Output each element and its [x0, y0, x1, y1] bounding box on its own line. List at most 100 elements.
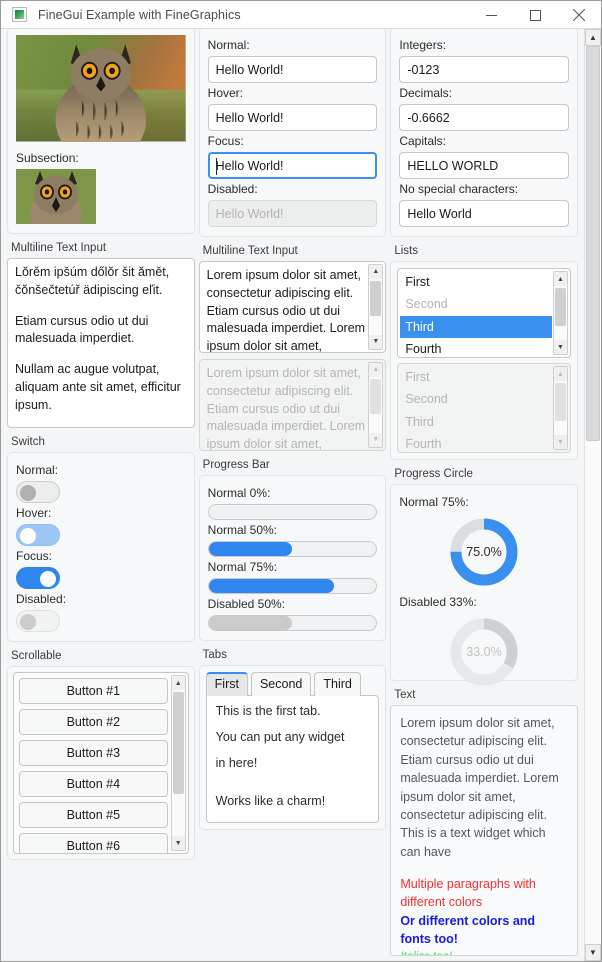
minimize-icon[interactable]: [469, 1, 513, 29]
scroll-up-arrow-icon[interactable]: ▲: [171, 676, 185, 690]
switch-hover[interactable]: [16, 524, 60, 546]
nospecial-input[interactable]: Hello World: [399, 200, 569, 227]
list-item[interactable]: First: [400, 271, 552, 293]
multiline-left-title: Multiline Text Input: [11, 242, 107, 254]
scroll-button[interactable]: Button #6: [19, 833, 168, 853]
title-bar: FineGui Example with FineGraphics: [1, 1, 601, 29]
multiline-mid-title: Multiline Text Input: [202, 245, 298, 257]
scrollbar-thumb[interactable]: [555, 288, 566, 326]
tabs-panel: First Second Third This is the first tab…: [198, 665, 387, 830]
column-right: Integers: -0123 Decimals: -0.6662 Capita…: [390, 29, 578, 956]
main-scrollbar[interactable]: ▲ ▼: [584, 29, 601, 961]
multiline-input-left[interactable]: Lŏrěm ipšúm dőlŏr šit ămět, čŏnšečtetúř …: [7, 258, 195, 428]
text-input-hover[interactable]: Hello World!: [207, 104, 378, 131]
decimals-input[interactable]: -0.6662: [399, 104, 569, 131]
scroll-up-arrow-icon[interactable]: ▲: [369, 265, 383, 279]
scroll-button[interactable]: Button #4: [19, 771, 168, 797]
maximize-icon[interactable]: [513, 1, 557, 29]
switch-normal-label: Normal:: [16, 463, 59, 477]
scroll-button[interactable]: Button #2: [19, 709, 168, 735]
tab-content-line: in here!: [215, 756, 258, 770]
capitals-input[interactable]: HELLO WORLD: [399, 152, 569, 179]
scrollbar-thumb[interactable]: [172, 692, 184, 795]
subsection-label: Subsection:: [16, 151, 79, 165]
text-input-focus[interactable]: Hello World!: [207, 152, 378, 179]
switch-hover-label: Hover:: [16, 506, 52, 520]
nospecial-label: No special characters:: [399, 182, 519, 196]
list-item-selected[interactable]: Third: [400, 315, 552, 338]
validated-input-panel: Integers: -0123 Decimals: -0.6662 Capita…: [390, 29, 578, 237]
multiline-input-enabled[interactable]: Lorem ipsum dolor sit amet, consectetur …: [198, 261, 387, 353]
progress-circle-normal: 75.0%: [399, 515, 569, 589]
scroll-down-arrow-icon[interactable]: ▼: [369, 335, 383, 349]
window-body: Subsection: Multiline Text Input Lŏrěm i…: [1, 29, 601, 961]
scrollbar-track: [369, 377, 382, 433]
multiline-paragraph: Lŏrěm ipšúm dőlŏr šit ămět, čŏnšečtetúř …: [15, 265, 170, 297]
switch-section-title: Switch: [11, 436, 45, 448]
lists-panel: First Second Third Fourth ▲ ▼ First Seco…: [390, 261, 578, 460]
scroll-button[interactable]: Button #1: [19, 678, 168, 704]
progress-bar-panel: Normal 0%: Normal 50%: Normal 75%: Disab…: [198, 475, 387, 641]
scrollable-button-list[interactable]: Button #1 Button #2 Button #3 Button #4 …: [13, 672, 189, 854]
scrollable-scrollbar[interactable]: ▲ ▼: [170, 675, 186, 851]
text-input-disabled: Hello World!: [207, 200, 378, 227]
scrollbar-track[interactable]: [554, 286, 567, 340]
scroll-up-arrow-icon[interactable]: ▲: [585, 29, 601, 46]
tabs-section-title: Tabs: [202, 649, 227, 661]
tab-first[interactable]: First: [205, 672, 248, 696]
scroll-button[interactable]: Button #5: [19, 802, 168, 828]
scroll-down-arrow-icon: ▼: [369, 433, 383, 447]
switch-disabled: [16, 610, 60, 632]
text-input-panel: Normal: Hello World! Hover: Hello World!…: [198, 29, 387, 237]
text-paragraph-red: Multiple paragraphs with different color…: [400, 877, 536, 910]
switch-focus[interactable]: [16, 567, 60, 589]
list-item[interactable]: Second: [400, 293, 552, 315]
list-item[interactable]: Fourth: [400, 338, 552, 357]
text-paragraph-green: Italics too!: [400, 949, 568, 956]
switch-focus-label: Focus:: [16, 549, 53, 563]
owl-image: [16, 35, 186, 148]
tab-second[interactable]: Second: [250, 672, 312, 696]
scroll-up-arrow-icon[interactable]: ▲: [554, 272, 567, 286]
progress-circle-value: 75.0%: [466, 545, 501, 559]
owl-thumbnail: [16, 169, 96, 224]
scroll-down-arrow-icon[interactable]: ▼: [171, 836, 185, 850]
main-scrollbar-thumb[interactable]: [586, 46, 600, 442]
scroll-down-arrow-icon[interactable]: ▼: [585, 944, 601, 961]
main-scrollbar-track[interactable]: [585, 46, 601, 944]
text-paragraph-gray: Lorem ipsum dolor sit amet, consectetur …: [400, 716, 559, 859]
list-enabled[interactable]: First Second Third Fourth ▲ ▼: [397, 268, 571, 358]
progress-circle-normal-label: Normal 75%:: [399, 495, 469, 509]
input-disabled-label: Disabled:: [207, 182, 258, 196]
scroll-down-arrow-icon[interactable]: ▼: [554, 340, 567, 354]
text-input-normal[interactable]: Hello World!: [207, 56, 378, 83]
scroll-viewport: Subsection: Multiline Text Input Lŏrěm i…: [1, 29, 584, 961]
scroll-button[interactable]: Button #3: [19, 740, 168, 766]
list-scrollbar[interactable]: ▲ ▼: [553, 271, 568, 355]
input-normal-label: Normal:: [207, 38, 250, 52]
scrollbar-track[interactable]: [369, 279, 382, 335]
multiline-paragraph: Nullam ac augue volutpat, aliquam ante s…: [15, 362, 181, 412]
integers-input[interactable]: -0123: [399, 56, 569, 83]
list-scrollbar-disabled: ▲ ▼: [553, 366, 568, 450]
close-icon[interactable]: [557, 1, 601, 29]
text-paragraph-blue: Or different colors and fonts too!: [400, 913, 536, 947]
tab-third[interactable]: Third: [314, 672, 361, 696]
scrollbar-track[interactable]: [172, 690, 185, 836]
progress-bar-label: Disabled 50%:: [207, 597, 286, 611]
multiline-paragraph: Etiam cursus odio ut dui malesuada imper…: [15, 313, 149, 346]
multiline-scrollbar[interactable]: ▲ ▼: [368, 264, 384, 350]
scrollbar-thumb: [370, 379, 382, 414]
integers-label: Integers:: [399, 38, 447, 52]
scrollbar-thumb[interactable]: [370, 281, 382, 316]
list-disabled: First Second Third Fourth ▲ ▼: [397, 363, 571, 453]
switch-normal[interactable]: [16, 481, 60, 503]
progress-bar-label: Normal 50%:: [207, 523, 278, 537]
image-section-panel: Subsection:: [7, 29, 195, 234]
app-icon: [12, 7, 27, 22]
progress-circle-value: 33.0%: [466, 645, 501, 659]
scroll-down-arrow-icon: ▼: [554, 435, 567, 449]
progress-circle-disabled: 33.0%: [399, 615, 569, 689]
tab-content-line: This is the first tab.: [215, 704, 321, 718]
scrollable-section-title: Scrollable: [11, 650, 62, 662]
